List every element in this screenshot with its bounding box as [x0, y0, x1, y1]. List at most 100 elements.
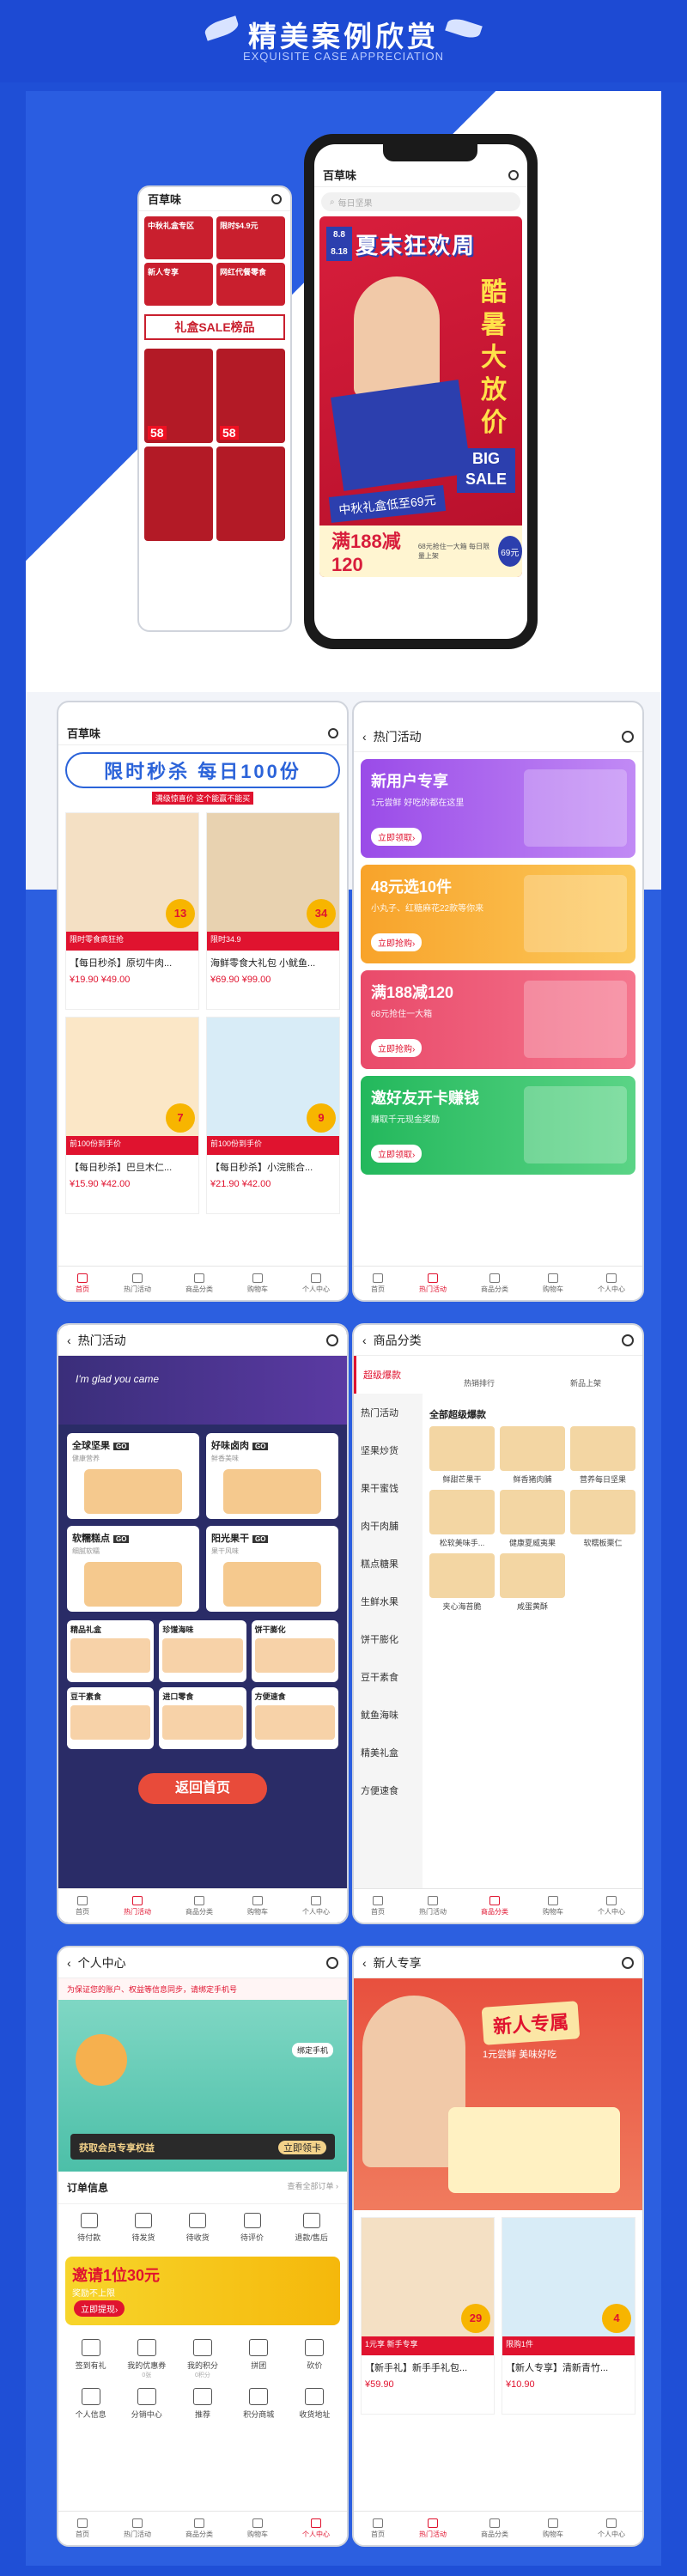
- activity-card[interactable]: 邀好友开卡赚钱 赚取千元现金奖励 立即领取›: [361, 1076, 635, 1175]
- category-item[interactable]: 鱿鱼海味: [354, 1696, 423, 1734]
- menu-icon[interactable]: [508, 169, 519, 180]
- tab-hot[interactable]: 热门活动: [124, 1895, 151, 1917]
- service-item[interactable]: 个人信息: [67, 2388, 114, 2420]
- hot-small-cell[interactable]: 珍馐海味: [159, 1620, 246, 1682]
- menu-icon[interactable]: [326, 1956, 338, 1969]
- service-item[interactable]: 我的积分 0积分: [179, 2339, 226, 2379]
- product-card[interactable]: 限时34.9 34 海鲜零食大礼包 小鱿鱼... ¥69.90 ¥99.00: [206, 812, 340, 1010]
- tab-cart[interactable]: 购物车: [247, 1895, 268, 1917]
- back-icon[interactable]: ‹: [67, 1956, 71, 1970]
- back-icon[interactable]: ‹: [362, 1956, 367, 1970]
- hot-small-cell[interactable]: 进口零食: [159, 1687, 246, 1749]
- category-item[interactable]: 超级爆款: [354, 1356, 423, 1394]
- withdraw-button[interactable]: 立即提现›: [74, 2300, 125, 2317]
- order-pending-receive[interactable]: 待收货: [186, 2213, 210, 2243]
- all-orders-link[interactable]: 查看全部订单 ›: [288, 2180, 339, 2195]
- tab-home[interactable]: 首页: [76, 1273, 89, 1294]
- gift-product[interactable]: 58: [144, 349, 213, 443]
- buy-button[interactable]: 立即抢购›: [371, 933, 423, 951]
- gift-product[interactable]: [216, 447, 285, 541]
- product-card[interactable]: 1元享 新手专享 29 【新手礼】新手手礼包... ¥59.90: [361, 2217, 495, 2415]
- product-card[interactable]: 前100份到手价 9 【每日秒杀】小浣熊合... ¥21.90 ¥42.00: [206, 1017, 340, 1214]
- hot-small-cell[interactable]: 方便速食: [251, 1687, 338, 1749]
- service-item[interactable]: 签到有礼: [67, 2339, 114, 2379]
- new-arrival-link[interactable]: 新品上架: [536, 1377, 635, 1388]
- promo-cell[interactable]: 中秋礼盒专区: [144, 216, 213, 259]
- menu-icon[interactable]: [328, 727, 338, 738]
- service-item[interactable]: 分销中心: [123, 2388, 170, 2420]
- category-item[interactable]: 生鲜水果: [354, 1583, 423, 1620]
- buy-button[interactable]: 立即抢购›: [371, 1039, 423, 1057]
- bind-phone-button[interactable]: 绑定手机: [291, 2043, 333, 2057]
- category-item[interactable]: 豆干素食: [354, 1658, 423, 1696]
- tab-hot[interactable]: 热门活动: [124, 2518, 151, 2539]
- tab-me[interactable]: 个人中心: [598, 1273, 625, 1294]
- promo-banner[interactable]: 8.8 8.18 夏末狂欢周 酷暑大放价 BIG SALE 中秋礼盒低至69元 满…: [319, 216, 522, 577]
- category-item[interactable]: 果干蜜饯: [354, 1469, 423, 1507]
- promo-cell[interactable]: 网红代餐零食: [216, 263, 285, 306]
- menu-icon[interactable]: [271, 193, 282, 204]
- claim-button[interactable]: 立即领取›: [371, 828, 423, 846]
- tab-cart[interactable]: 购物车: [543, 1895, 563, 1917]
- tab-me[interactable]: 个人中心: [302, 1273, 330, 1294]
- tab-category[interactable]: 商品分类: [481, 1273, 508, 1294]
- category-item[interactable]: 肉干肉脯: [354, 1507, 423, 1545]
- tab-me[interactable]: 个人中心: [302, 2518, 330, 2539]
- tab-me[interactable]: 个人中心: [302, 1895, 330, 1917]
- category-item[interactable]: 坚果炒货: [354, 1431, 423, 1469]
- service-item[interactable]: 积分商城: [235, 2388, 283, 2420]
- back-icon[interactable]: ‹: [362, 730, 367, 744]
- menu-icon[interactable]: [622, 730, 634, 743]
- category-item[interactable]: 精美礼盒: [354, 1734, 423, 1771]
- hot-small-cell[interactable]: 饼干膨化: [251, 1620, 338, 1682]
- product-card[interactable]: 前100份到手价 7 【每日秒杀】巴旦木仁... ¥15.90 ¥42.00: [65, 1017, 199, 1214]
- promo-cell[interactable]: 限时$4.9元: [216, 216, 285, 259]
- service-item[interactable]: 收货地址: [291, 2388, 338, 2420]
- category-product[interactable]: 软糯板栗仁: [570, 1490, 635, 1548]
- tab-category[interactable]: 商品分类: [185, 1895, 213, 1917]
- back-icon[interactable]: ‹: [362, 1334, 367, 1347]
- back-icon[interactable]: ‹: [67, 1334, 71, 1347]
- service-item[interactable]: 拼团: [235, 2339, 283, 2379]
- tab-me[interactable]: 个人中心: [598, 1895, 625, 1917]
- order-pending-pay[interactable]: 待付款: [77, 2213, 100, 2243]
- avatar[interactable]: [76, 2034, 127, 2086]
- category-product[interactable]: 鲜香猪肉脯: [500, 1426, 565, 1485]
- tab-home[interactable]: 首页: [371, 1895, 385, 1917]
- tab-home[interactable]: 首页: [371, 1273, 385, 1294]
- service-item[interactable]: 我的优惠券 0张: [123, 2339, 170, 2379]
- vip-bar[interactable]: 立即领卡 获取会员专享权益: [70, 2134, 335, 2160]
- menu-icon[interactable]: [622, 1334, 634, 1346]
- tab-hot[interactable]: 热门活动: [124, 1273, 151, 1294]
- tab-category[interactable]: 商品分类: [481, 1895, 508, 1917]
- category-item[interactable]: 热门活动: [354, 1394, 423, 1431]
- invite-banner[interactable]: 邀请1位30元 奖励不上限 立即提现›: [65, 2257, 340, 2325]
- tab-category[interactable]: 商品分类: [185, 2518, 213, 2539]
- product-card[interactable]: 限时零食疯狂抢 13 【每日秒杀】原切牛肉... ¥19.90 ¥49.00: [65, 812, 199, 1010]
- tab-home[interactable]: 首页: [76, 1895, 89, 1917]
- tab-hot[interactable]: 热门活动: [419, 2518, 447, 2539]
- tab-cart[interactable]: 购物车: [543, 1273, 563, 1294]
- bind-phone-tip[interactable]: 为保证您的账户、权益等信息同步，请绑定手机号: [58, 1978, 347, 2000]
- order-pending-review[interactable]: 待评价: [240, 2213, 264, 2243]
- gift-banner[interactable]: 礼盒SALE榜品: [144, 314, 285, 340]
- activity-card[interactable]: 新用户专享 1元尝鲜 好吃的都在这里 立即领取›: [361, 759, 635, 858]
- tab-home[interactable]: 首页: [76, 2518, 89, 2539]
- back-home-button[interactable]: 返回首页: [138, 1773, 267, 1804]
- gift-product[interactable]: [144, 447, 213, 541]
- flash-sale-banner[interactable]: 限时秒杀 每日100份: [65, 752, 340, 788]
- tab-cart[interactable]: 购物车: [247, 1273, 268, 1294]
- newcomer-banner[interactable]: 新人专属 1元尝鲜 美味好吃: [354, 1978, 642, 2210]
- category-product[interactable]: 松软美味手...: [429, 1490, 495, 1548]
- tab-home[interactable]: 首页: [371, 2518, 385, 2539]
- tab-hot[interactable]: 热门活动: [419, 1895, 447, 1917]
- tab-category[interactable]: 商品分类: [185, 1273, 213, 1294]
- hot-rank-link[interactable]: 热销排行: [429, 1377, 529, 1388]
- category-item[interactable]: 糕点糖果: [354, 1545, 423, 1583]
- claim-button[interactable]: 立即领取›: [371, 1145, 423, 1163]
- vip-card-button[interactable]: 立即领卡: [278, 2141, 326, 2154]
- category-product[interactable]: 鲜甜芒果干: [429, 1426, 495, 1485]
- hot-cell[interactable]: 好味卤肉 GO 鲜香美味: [206, 1433, 338, 1519]
- gift-product[interactable]: 58: [216, 349, 285, 443]
- category-product[interactable]: 营养每日坚果: [570, 1426, 635, 1485]
